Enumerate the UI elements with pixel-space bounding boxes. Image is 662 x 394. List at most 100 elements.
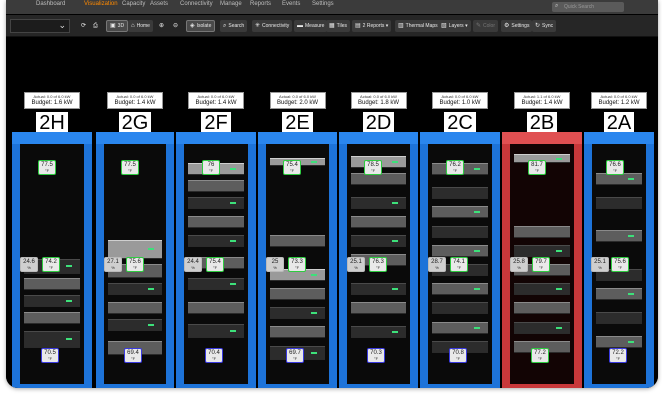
server-unit[interactable]	[596, 288, 642, 300]
server-unit[interactable]	[432, 187, 488, 200]
nav-item-assets[interactable]: Assets	[150, 1, 168, 7]
server-unit[interactable]	[432, 283, 488, 296]
server-unit[interactable]	[514, 225, 570, 238]
sensor-mid-2g[interactable]: 75.6 °F	[126, 257, 144, 272]
server-unit[interactable]	[270, 235, 325, 248]
print-button[interactable]: ⎙	[90, 20, 101, 32]
server-unit[interactable]	[24, 295, 80, 308]
sensor-mid-2e[interactable]: 73.3 °F	[288, 257, 306, 272]
connectivity-button[interactable]: ✳ Connectivity	[252, 20, 293, 32]
sensor-bot-2h[interactable]: 70.5 °F	[41, 348, 59, 363]
server-unit[interactable]	[188, 216, 244, 228]
sensor-bot-2e[interactable]: 69.7 °F	[286, 348, 304, 363]
server-unit[interactable]	[432, 244, 488, 257]
3d-button[interactable]: ▣ 3D	[106, 20, 129, 32]
sensor-hum-2g[interactable]: 27.1%	[104, 257, 122, 272]
server-unit[interactable]	[24, 278, 80, 291]
nav-item-capacity[interactable]: Capacity	[122, 1, 145, 7]
nav-item-dashboard[interactable]: Dashboard	[36, 1, 65, 7]
server-unit[interactable]	[188, 180, 244, 192]
quick-search-input[interactable]: ⌕ Quick Search	[552, 2, 624, 12]
thermal-maps-button[interactable]: ▥ Thermal Maps	[395, 20, 441, 32]
isolate-button[interactable]: ◈ Isolate	[186, 20, 216, 32]
server-unit[interactable]	[514, 302, 570, 315]
sensor-hum-2c[interactable]: 28.7%	[428, 257, 446, 272]
server-unit[interactable]	[351, 216, 406, 228]
sensor-hum-2h[interactable]: 24.6%	[20, 257, 38, 272]
server-unit[interactable]	[432, 225, 488, 238]
server-unit[interactable]	[270, 288, 325, 300]
server-unit[interactable]	[514, 321, 570, 334]
server-unit[interactable]	[596, 312, 642, 324]
sensor-bot-2a[interactable]: 72.2 °F	[609, 348, 627, 363]
server-unit[interactable]	[514, 283, 570, 296]
sensor-bot-2f[interactable]: 70.4 °F	[205, 348, 223, 363]
server-unit[interactable]	[188, 278, 244, 291]
server-unit[interactable]	[351, 196, 406, 209]
server-unit[interactable]	[270, 307, 325, 320]
sensor-mid-2f[interactable]: 75.4 °F	[206, 257, 224, 272]
refresh-button[interactable]: ⟳	[78, 20, 89, 32]
nav-item-events[interactable]: Events	[282, 1, 300, 7]
sensor-top-2g[interactable]: 77.5 °F	[121, 160, 139, 175]
server-unit[interactable]	[108, 302, 162, 315]
rack-2a[interactable]: 76.6 °F 25.1% 75.6 °F 72.2 °F	[584, 132, 654, 388]
search-button[interactable]: ⌕ Search	[220, 20, 248, 32]
sensor-top-2c[interactable]: 76.2 °F	[446, 160, 464, 175]
server-unit[interactable]	[351, 326, 406, 339]
rack-2g[interactable]: 77.5 °F 27.1% 75.6 °F 69.4 °F	[96, 132, 174, 388]
server-unit[interactable]	[108, 319, 162, 332]
sync-button[interactable]: ↻ Sync	[532, 20, 557, 32]
server-unit[interactable]	[596, 336, 642, 348]
sensor-mid-2h[interactable]: 74.2 °F	[42, 257, 60, 272]
settings-button[interactable]: ⚙ Settings	[501, 20, 533, 32]
location-select[interactable]: ⌄	[10, 19, 70, 33]
rack-2f[interactable]: 76 °F 24.4% 75.4 °F 70.4 °F	[176, 132, 256, 388]
sensor-hum-2f[interactable]: 24.4%	[184, 257, 202, 272]
server-unit[interactable]	[514, 244, 570, 257]
sensor-mid-2b[interactable]: 79.7 °F	[532, 257, 550, 272]
reports-button[interactable]: ▤ 2 Reports ▾	[352, 20, 392, 32]
sensor-hum-2e[interactable]: 25%	[266, 257, 284, 272]
zoom-in-button[interactable]: ⊕	[156, 20, 167, 32]
rack-2b[interactable]: 81.7 °F 25.8% 79.7 °F 77.2 °F	[502, 132, 582, 388]
sensor-mid-2c[interactable]: 74.1 °F	[450, 257, 468, 272]
server-unit[interactable]	[596, 230, 642, 243]
rack-2h[interactable]: 77.5 °F 24.6% 74.2 °F 70.5 °F	[12, 132, 92, 388]
sensor-top-2h[interactable]: 77.5 °F	[38, 160, 56, 175]
server-unit[interactable]	[596, 196, 642, 209]
rack-2e[interactable]: 75.4 °F 25% 73.3 °F 69.7 °F	[258, 132, 337, 388]
tiles-button[interactable]: ▦ Tiles	[326, 20, 351, 32]
rack-2c[interactable]: 76.2 °F 28.7% 74.1 °F 70.8 °F	[420, 132, 500, 388]
sensor-top-2a[interactable]: 76.6 °F	[606, 160, 624, 175]
sensor-bot-2b[interactable]: 77.2 °F	[531, 348, 549, 363]
sensor-bot-2d[interactable]: 70.3 °F	[367, 348, 385, 363]
nav-item-visualization[interactable]: Visualization	[84, 1, 118, 7]
server-unit[interactable]	[24, 312, 80, 324]
server-unit[interactable]	[270, 326, 325, 339]
sensor-top-2e[interactable]: 75.4 °F	[283, 160, 301, 175]
nav-item-settings[interactable]: Settings	[312, 1, 334, 7]
sensor-hum-2b[interactable]: 25.8%	[510, 257, 528, 272]
measure-button[interactable]: ▬ Measure	[294, 20, 328, 32]
server-unit[interactable]	[188, 302, 244, 315]
home-button[interactable]: ⌂ Home	[128, 20, 153, 32]
layers-button[interactable]: ▧ Layers ▾	[438, 20, 471, 32]
sensor-hum-2d[interactable]: 25.1%	[347, 257, 365, 272]
server-unit[interactable]	[188, 324, 244, 339]
sensor-bot-2c[interactable]: 70.8 °F	[449, 348, 467, 363]
nav-item-connectivity[interactable]: Connectivity	[180, 1, 213, 7]
server-unit[interactable]	[432, 206, 488, 219]
server-unit[interactable]	[108, 283, 162, 296]
server-unit[interactable]	[432, 321, 488, 334]
color-button[interactable]: ✎ Color	[473, 20, 498, 32]
nav-item-reports[interactable]: Reports	[250, 1, 271, 7]
server-unit[interactable]	[351, 283, 406, 296]
sensor-mid-2d[interactable]: 76.3 °F	[369, 257, 387, 272]
sensor-bot-2g[interactable]: 69.4 °F	[124, 348, 142, 363]
nav-item-manage[interactable]: Manage	[220, 1, 242, 7]
server-unit[interactable]	[351, 235, 406, 248]
sensor-top-2b[interactable]: 81.7 °F	[528, 160, 546, 175]
sensor-hum-2a[interactable]: 25.1%	[591, 257, 609, 272]
server-unit[interactable]	[351, 302, 406, 315]
